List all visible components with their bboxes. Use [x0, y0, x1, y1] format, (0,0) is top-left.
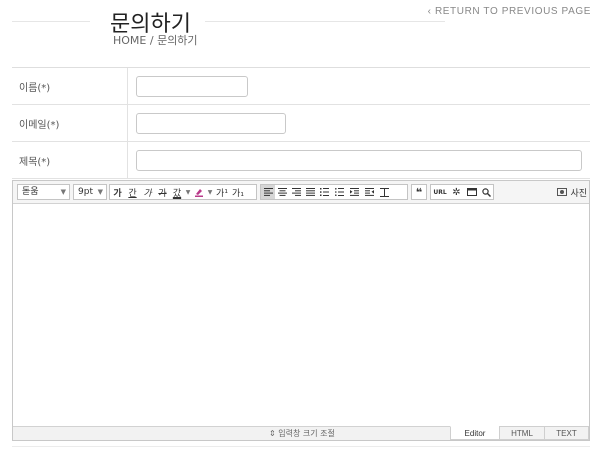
quote-group: ❝	[411, 184, 427, 200]
font-size-select[interactable]: 9pt ▼	[73, 184, 107, 200]
paragraph-group	[260, 184, 408, 200]
return-to-previous-link[interactable]: ‹ RETURN TO PREVIOUS PAGE	[428, 6, 591, 17]
tab-text[interactable]: TEXT	[544, 426, 589, 440]
name-field-cell	[128, 68, 590, 104]
table-icon[interactable]	[464, 185, 479, 199]
subject-label: 제목(*)	[12, 142, 128, 178]
editor-content-area[interactable]	[13, 204, 589, 427]
header-rule-right	[205, 21, 445, 22]
editor-mode-tabs: Editor HTML TEXT	[450, 426, 589, 440]
line-height-icon[interactable]	[377, 185, 392, 199]
photo-icon	[557, 188, 568, 196]
search-icon[interactable]	[479, 185, 493, 199]
bullet-list-icon[interactable]	[332, 185, 347, 199]
text-color-button[interactable]: 갔	[170, 185, 184, 199]
subscript-button[interactable]: 가₁	[230, 185, 246, 199]
subject-input[interactable]	[136, 149, 582, 171]
special-char-icon[interactable]: ✲	[449, 185, 464, 199]
name-input[interactable]	[136, 75, 248, 97]
header-rule-left	[12, 21, 90, 22]
strikethrough-button[interactable]: 가	[155, 185, 170, 199]
editor-toolbar: 돋움 ▼ 9pt ▼ 가 간 가 가 갔 ▼ ▼ 가¹ 가₁ ❝ URL ✲ 사…	[13, 181, 589, 204]
insert-photo-button[interactable]: 사진	[557, 184, 587, 200]
bottom-divider	[12, 446, 590, 447]
chevron-down-icon: ▼	[97, 188, 103, 196]
email-label: 이메일(*)	[12, 105, 128, 141]
name-label: 이름(*)	[12, 68, 128, 104]
inquiry-form: 이름(*) 이메일(*) 제목(*)	[12, 67, 590, 179]
font-family-value: 돋움	[22, 187, 39, 197]
editor-resize-bar[interactable]: ⇕ 입력창 크기 조절 Editor HTML TEXT	[13, 426, 589, 440]
highlight-icon[interactable]	[192, 185, 206, 199]
font-family-select[interactable]: 돋움 ▼	[17, 184, 70, 200]
font-size-value: 9pt	[78, 187, 93, 197]
insert-group: URL ✲	[430, 184, 494, 200]
breadcrumb: HOME / 문의하기	[113, 34, 198, 47]
email-field-cell	[128, 105, 590, 141]
align-justify-icon[interactable]	[303, 185, 317, 199]
name-row: 이름(*)	[12, 68, 590, 105]
align-right-icon[interactable]	[289, 185, 303, 199]
email-input[interactable]	[136, 112, 286, 134]
resize-handle-label[interactable]: ⇕ 입력창 크기 조절	[269, 428, 335, 439]
chevron-down-icon: ▼	[60, 188, 66, 196]
text-format-group: 가 간 가 가 갔 ▼ ▼ 가¹ 가₁	[109, 184, 257, 200]
bold-button[interactable]: 가	[110, 185, 125, 199]
align-left-icon[interactable]	[261, 185, 275, 199]
numbered-list-icon[interactable]	[317, 185, 332, 199]
quote-icon[interactable]: ❝	[412, 185, 426, 199]
email-row: 이메일(*)	[12, 105, 590, 142]
rich-text-editor: 돋움 ▼ 9pt ▼ 가 간 가 가 갔 ▼ ▼ 가¹ 가₁ ❝ URL ✲ 사…	[12, 180, 590, 441]
outdent-icon[interactable]	[347, 185, 362, 199]
italic-button[interactable]: 가	[140, 185, 155, 199]
indent-icon[interactable]	[362, 185, 377, 199]
align-center-icon[interactable]	[275, 185, 289, 199]
subject-row: 제목(*)	[12, 142, 590, 179]
tab-editor[interactable]: Editor	[450, 426, 499, 440]
link-url-button[interactable]: URL	[431, 185, 449, 199]
underline-button[interactable]: 간	[125, 185, 140, 199]
superscript-button[interactable]: 가¹	[214, 185, 230, 199]
chevron-down-icon[interactable]: ▼	[206, 185, 214, 199]
chevron-down-icon[interactable]: ▼	[184, 185, 192, 199]
tab-html[interactable]: HTML	[499, 426, 544, 440]
subject-field-cell	[128, 142, 590, 178]
photo-label: 사진	[570, 188, 587, 199]
